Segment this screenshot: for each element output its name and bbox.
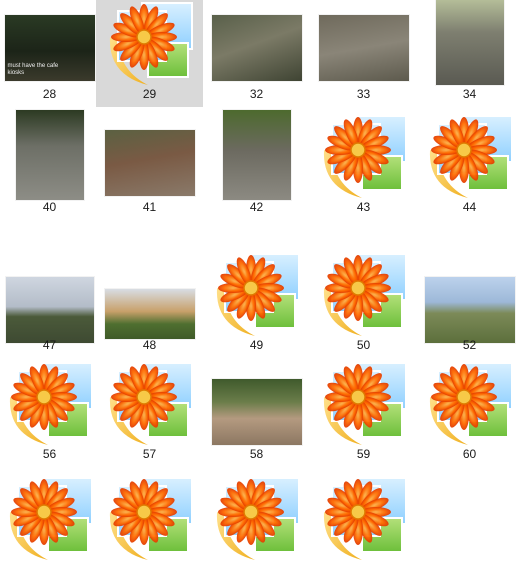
file-item[interactable]: 52 xyxy=(416,246,523,358)
image-placeholder-icon xyxy=(323,115,407,198)
file-item[interactable]: 42 xyxy=(203,108,310,220)
image-placeholder-icon xyxy=(216,477,300,560)
file-name-label: 33 xyxy=(356,87,371,101)
file-item[interactable]: must have the cafe kiosks 28 xyxy=(0,0,103,107)
file-item[interactable]: 33 xyxy=(310,0,417,107)
file-item[interactable] xyxy=(96,470,203,582)
file-thumbnail-grid: must have the cafe kiosks 28 29 32 33 34 40 41 4… xyxy=(0,0,529,560)
image-placeholder-icon xyxy=(9,477,93,560)
image-placeholder-icon xyxy=(323,362,407,445)
file-item[interactable]: 32 xyxy=(203,0,310,107)
thumbnail-caption: must have the cafe kiosks xyxy=(7,63,59,76)
image-placeholder-icon xyxy=(429,362,513,445)
file-name-label: 29 xyxy=(142,87,157,101)
photo-thumbnail xyxy=(5,277,94,343)
file-item[interactable]: 57 xyxy=(96,355,203,467)
photo-thumbnail xyxy=(435,0,504,85)
photo-thumbnail xyxy=(104,130,195,196)
image-placeholder-icon xyxy=(323,253,407,336)
file-item[interactable]: 49 xyxy=(203,246,310,358)
file-item[interactable]: 50 xyxy=(310,246,417,358)
image-placeholder-icon xyxy=(109,362,193,445)
image-placeholder-icon xyxy=(109,477,193,560)
file-name-label: 58 xyxy=(249,447,264,461)
file-name-label: 44 xyxy=(462,200,477,214)
photo-thumbnail xyxy=(318,15,409,81)
file-item[interactable]: 41 xyxy=(96,108,203,220)
file-item[interactable]: 44 xyxy=(416,108,523,220)
file-item[interactable]: 43 xyxy=(310,108,417,220)
file-item[interactable] xyxy=(203,470,310,582)
file-name-label: 34 xyxy=(462,87,477,101)
file-item[interactable]: 40 xyxy=(0,108,103,220)
photo-thumbnail xyxy=(15,110,84,200)
file-name-label: 49 xyxy=(249,338,264,352)
photo-thumbnail xyxy=(211,15,302,81)
file-name-label: 48 xyxy=(142,338,157,352)
image-placeholder-icon xyxy=(429,115,513,198)
file-name-label: 42 xyxy=(249,200,264,214)
file-name-label: 60 xyxy=(462,447,477,461)
file-item[interactable]: 56 xyxy=(0,355,103,467)
image-placeholder-icon xyxy=(109,2,193,85)
file-item[interactable]: 29 xyxy=(96,0,203,107)
file-name-label: 52 xyxy=(462,338,477,352)
file-name-label: 47 xyxy=(42,338,57,352)
file-name-label: 57 xyxy=(142,447,157,461)
file-name-label: 43 xyxy=(356,200,371,214)
file-item[interactable]: 60 xyxy=(416,355,523,467)
photo-thumbnail xyxy=(424,277,515,343)
file-item[interactable]: 58 xyxy=(203,355,310,467)
image-placeholder-icon xyxy=(323,477,407,560)
file-item[interactable] xyxy=(310,470,417,582)
file-item[interactable]: 47 xyxy=(0,246,103,358)
file-name-label: 28 xyxy=(42,87,57,101)
image-placeholder-icon xyxy=(9,362,93,445)
photo-thumbnail xyxy=(211,379,302,445)
file-name-label: 41 xyxy=(142,200,157,214)
file-name-label: 59 xyxy=(356,447,371,461)
photo-thumbnail xyxy=(222,110,291,200)
file-item[interactable]: 48 xyxy=(96,246,203,358)
file-item[interactable] xyxy=(0,470,103,582)
file-name-label: 56 xyxy=(42,447,57,461)
image-placeholder-icon xyxy=(216,253,300,336)
file-item[interactable]: 59 xyxy=(310,355,417,467)
file-item[interactable]: 34 xyxy=(416,0,523,107)
photo-thumbnail: must have the cafe kiosks xyxy=(4,15,95,81)
file-name-label: 32 xyxy=(249,87,264,101)
file-name-label: 50 xyxy=(356,338,371,352)
photo-thumbnail xyxy=(104,289,195,339)
file-name-label: 40 xyxy=(42,200,57,214)
